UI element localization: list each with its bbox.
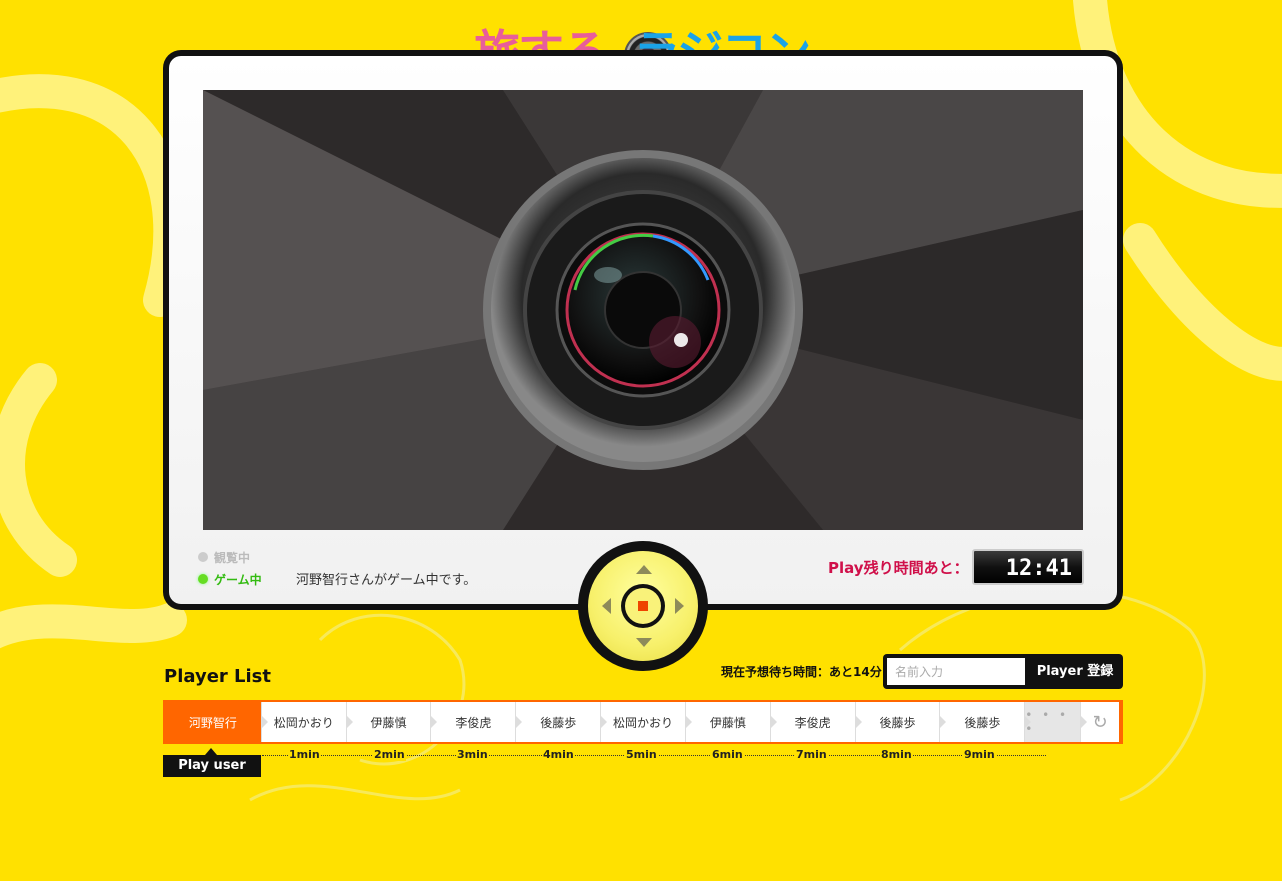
watching-indicator-icon <box>198 552 208 562</box>
timeline-tick: 4min <box>542 748 575 761</box>
timeline-tick: 2min <box>373 748 406 761</box>
queue-item: 李俊虎 <box>431 702 517 742</box>
queue-item: 後藤歩 <box>940 702 1026 742</box>
queue-item: 伊藤慎 <box>346 702 432 742</box>
arrow-up-icon[interactable] <box>636 565 652 574</box>
current-player: 河野智行 <box>165 702 262 742</box>
status-watching: 観覧中 <box>198 546 262 568</box>
player-queue: 河野智行 松岡かおり 伊藤慎 李俊虎 後藤歩 松岡かおり 伊藤慎 李俊虎 後藤歩… <box>163 700 1123 744</box>
queue-item: 後藤歩 <box>855 702 941 742</box>
queue-item: 後藤歩 <box>516 702 602 742</box>
queue-more[interactable]: • • • • <box>1025 702 1082 742</box>
name-input[interactable] <box>887 658 1025 685</box>
arrow-down-icon[interactable] <box>636 638 652 647</box>
timeline-tick: 7min <box>795 748 828 761</box>
queue-item: 伊藤慎 <box>685 702 771 742</box>
timeline-tick: 5min <box>625 748 658 761</box>
queue-item: 李俊虎 <box>770 702 856 742</box>
playing-label: ゲーム中 <box>214 572 262 587</box>
timeline-tick: 3min <box>456 748 489 761</box>
wait-time-text: 現在予想待ち時間：あと14分 <box>721 665 882 679</box>
status-list: 観覧中 ゲーム中 <box>198 546 262 590</box>
player-register-form: Player 登録 <box>883 654 1123 689</box>
direction-controller <box>578 541 708 671</box>
player-list-title: Player List <box>164 666 271 687</box>
stop-icon <box>638 601 648 611</box>
wait-timeline: 1min 2min 3min 4min 5min 6min 7min 8min … <box>262 748 1046 764</box>
play-user-label: Play user <box>163 748 261 777</box>
playing-indicator-icon <box>198 574 208 584</box>
stop-button[interactable] <box>621 584 665 628</box>
queue-item: 松岡かおり <box>261 702 347 742</box>
remaining-time-label: Play残り時間あと： <box>828 559 969 577</box>
game-status-message: 河野智行さんがゲーム中です。 <box>296 573 477 588</box>
queue-item: 松岡かおり <box>601 702 686 742</box>
remaining-time-display: 12:41 <box>972 549 1084 585</box>
camera-screen <box>203 90 1083 530</box>
timeline-tick: 8min <box>880 748 913 761</box>
refresh-icon[interactable]: ↻ <box>1081 702 1119 742</box>
status-playing: ゲーム中 <box>198 568 262 590</box>
arrow-left-icon[interactable] <box>602 598 611 614</box>
camera-lens-image <box>203 90 1083 530</box>
player-register-button[interactable]: Player 登録 <box>1027 654 1123 689</box>
timeline-tick: 1min <box>288 748 321 761</box>
timeline-tick: 6min <box>711 748 744 761</box>
arrow-right-icon[interactable] <box>675 598 684 614</box>
watching-label: 観覧中 <box>214 550 251 565</box>
direction-pad <box>588 551 698 661</box>
timeline-tick: 9min <box>963 748 996 761</box>
